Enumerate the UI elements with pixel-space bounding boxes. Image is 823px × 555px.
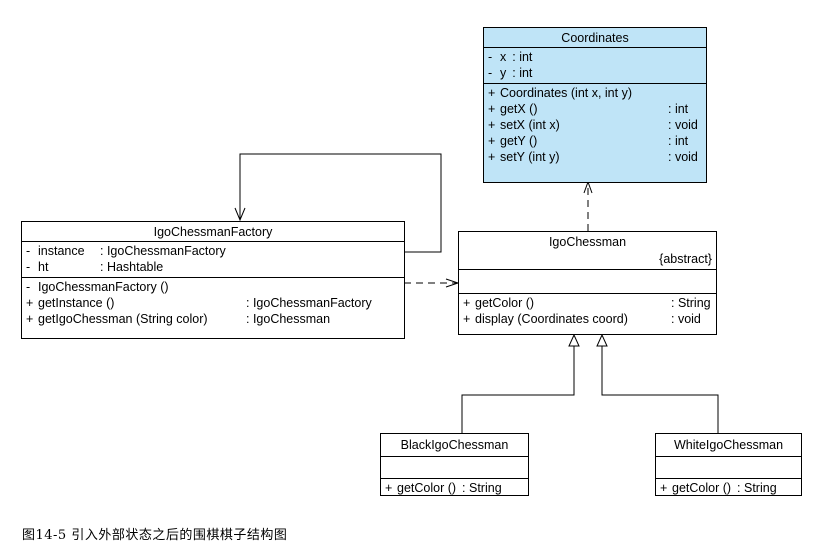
operation-row: - IgoChessmanFactory () <box>26 280 169 294</box>
black-generalization-triangle <box>568 333 580 347</box>
attributes-section: -x: int -y: int <box>484 47 706 83</box>
class-name: IgoChessmanFactory <box>153 225 273 239</box>
class-white-igo-chessman: WhiteIgoChessman + getColor (): String <box>655 433 802 496</box>
operations-section: + Coordinates (int x, int y) + getX (): in… <box>484 83 706 167</box>
white-generalization <box>601 346 719 433</box>
operation-row: + getInstance (): IgoChessmanFactory <box>26 296 372 310</box>
operation-row: + getColor (): String <box>660 481 777 495</box>
class-name: IgoChessman <box>548 235 627 249</box>
operation-row: + display (Coordinates coord): void <box>463 312 701 326</box>
operation-row: + getIgoChessman (String color): IgoChess… <box>26 312 331 326</box>
attributes-section <box>459 269 716 293</box>
operation-row: + getColor (): String <box>385 481 502 495</box>
class-igo-chessman-factory: IgoChessmanFactory - instance: IgoChessma… <box>21 221 405 339</box>
operations-section: - IgoChessmanFactory () + getInstance (): … <box>22 277 404 329</box>
operation-row: + getY (): int <box>488 134 689 148</box>
attributes-section: - instance: IgoChessmanFactory - ht: Hasht… <box>22 241 404 277</box>
abstract-stereotype: {abstract} <box>659 252 712 266</box>
attributes-section <box>381 456 528 478</box>
class-black-igo-chessman: BlackIgoChessman + getColor (): String <box>380 433 529 496</box>
factory-self-arrowhead <box>234 207 246 222</box>
class-name: WhiteIgoChessman <box>673 438 784 452</box>
attribute-row: -y: int <box>488 66 533 80</box>
operation-row: + getColor (): String <box>463 296 711 310</box>
class-name: BlackIgoChessman <box>400 438 509 452</box>
coordinates-dependency-arrowhead <box>583 180 593 194</box>
attribute-row: -x: int <box>488 50 533 64</box>
figure-caption: 图14-5 引入外部状态之后的围棋棋子结构图 <box>22 528 288 543</box>
attribute-row: - instance: IgoChessmanFactory <box>26 244 226 258</box>
attributes-section <box>656 456 801 478</box>
operation-row: + Coordinates (int x, int y) <box>488 86 632 100</box>
class-name: Coordinates <box>561 31 629 45</box>
class-igo-chessman: IgoChessman {abstract} + getColor (): Str… <box>458 231 717 335</box>
attribute-row: - ht: Hashtable <box>26 260 164 274</box>
operations-section: + getColor (): String + display (Coordinat… <box>459 293 716 329</box>
white-generalization-triangle <box>596 333 608 347</box>
operation-row: + getX (): int <box>488 102 689 116</box>
operations-section: + getColor (): String <box>381 478 528 498</box>
black-generalization <box>461 346 575 433</box>
dependency-arrowhead <box>445 278 460 288</box>
operation-row: + setX (int x): void <box>488 118 698 132</box>
class-coordinates: Coordinates -x: int -y: int + Coordinates… <box>483 27 707 183</box>
operation-row: + setY (int y): void <box>488 150 698 164</box>
operations-section: + getColor (): String <box>656 478 801 498</box>
